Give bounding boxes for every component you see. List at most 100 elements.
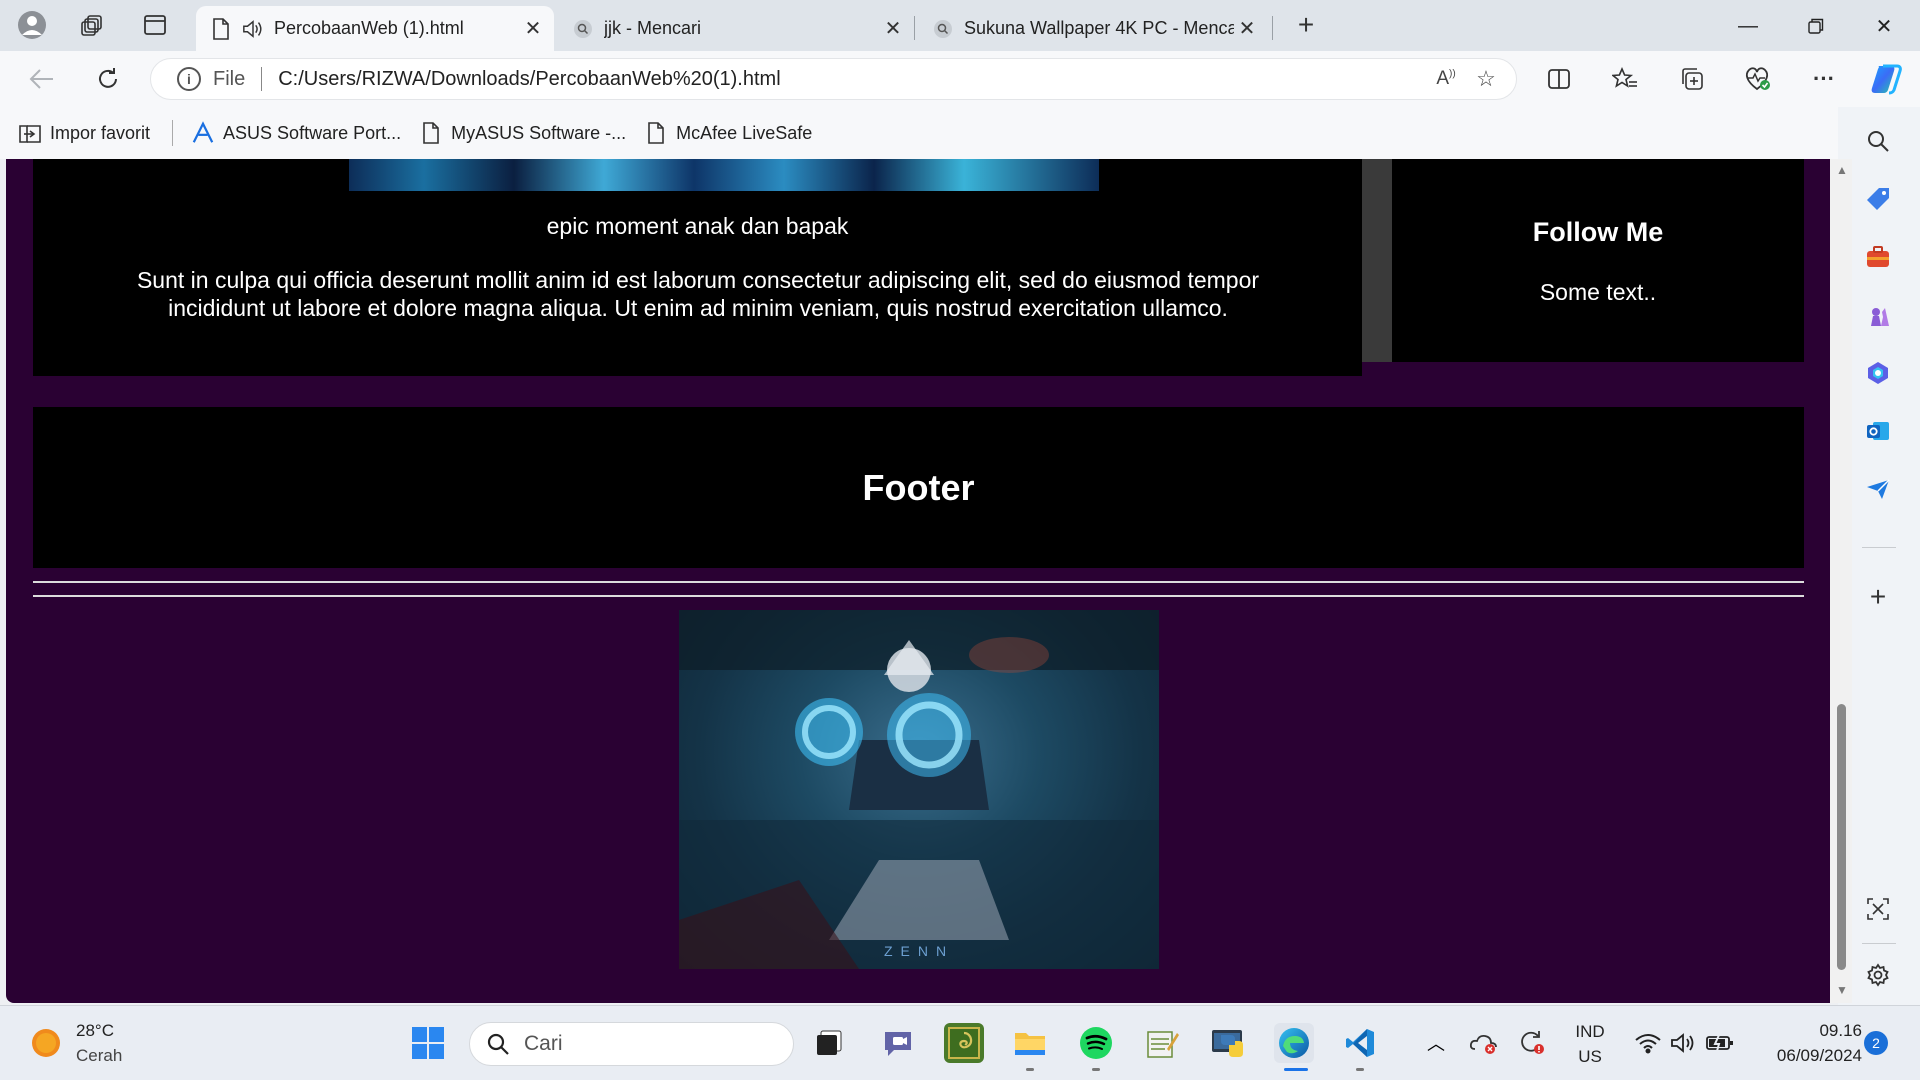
windows-taskbar: 28°C Cerah Cari ︿ IND US 09.16 06/09/202… — [0, 1005, 1920, 1080]
wifi-icon[interactable] — [1628, 1023, 1668, 1063]
teams-chat-icon[interactable] — [878, 1023, 918, 1063]
onedrive-error-icon[interactable] — [1464, 1023, 1504, 1063]
running-indicator — [1356, 1068, 1364, 1071]
favorites-item-import[interactable]: Impor favorit — [18, 115, 150, 151]
spotify-icon[interactable] — [1076, 1023, 1116, 1063]
tab-bar: PercobaanWeb (1).html ✕ jjk - Mencari ✕ … — [0, 0, 1920, 51]
shopping-tag-icon[interactable] — [1858, 179, 1898, 219]
favorites-bar: Impor favorit ASUS Software Port... MyAS… — [0, 107, 1920, 159]
header-artwork-image — [349, 159, 1099, 191]
page-footer: Footer — [33, 407, 1804, 568]
add-favorite-star-icon[interactable]: ☆ — [1466, 66, 1506, 92]
weather-temp[interactable]: 28°C — [76, 1021, 114, 1041]
search-icon — [486, 1032, 510, 1056]
column-gap — [1362, 159, 1392, 362]
page-icon — [644, 121, 668, 145]
favorites-item-mcafee[interactable]: McAfee LiveSafe — [644, 115, 812, 151]
tab-percobaanweb[interactable]: PercobaanWeb (1).html ✕ — [196, 6, 554, 51]
close-tab-icon[interactable]: ✕ — [520, 16, 546, 41]
search-tab-icon — [932, 18, 954, 40]
microsoft-365-icon[interactable] — [1858, 353, 1898, 393]
battery-charging-icon[interactable] — [1700, 1023, 1740, 1063]
active-indicator — [1284, 1068, 1308, 1071]
tab-divider — [1272, 16, 1273, 40]
speaker-icon[interactable] — [242, 18, 264, 40]
horizontal-rule — [33, 581, 1804, 583]
notepad-app-icon[interactable] — [1142, 1023, 1182, 1063]
collections-icon[interactable] — [1672, 61, 1712, 97]
favorites-icon[interactable] — [1605, 61, 1645, 97]
workspaces-icon[interactable] — [74, 8, 110, 42]
scroll-down-arrow-icon[interactable]: ▼ — [1835, 984, 1849, 996]
anime-action-image: ZENN — [679, 610, 1159, 969]
tab-jjk[interactable]: jjk - Mencari ✕ — [558, 6, 914, 51]
close-tab-icon[interactable]: ✕ — [880, 16, 906, 41]
task-view-icon[interactable] — [810, 1023, 850, 1063]
volume-icon[interactable] — [1664, 1023, 1704, 1063]
favorites-divider — [172, 120, 174, 146]
scheme-label: File — [213, 67, 246, 90]
weather-sun-icon[interactable] — [26, 1023, 66, 1063]
split-screen-icon[interactable] — [1539, 61, 1579, 97]
running-indicator — [1092, 1068, 1100, 1071]
search-placeholder: Cari — [524, 1032, 563, 1055]
site-info-icon[interactable]: i — [177, 67, 201, 91]
vscode-icon[interactable] — [1340, 1023, 1380, 1063]
settings-gear-icon[interactable] — [1858, 955, 1898, 995]
python-idle-icon[interactable] — [1208, 1023, 1248, 1063]
windows-start-icon[interactable] — [408, 1023, 448, 1063]
scrollbar-thumb[interactable] — [1837, 704, 1846, 970]
tools-briefcase-icon[interactable] — [1858, 237, 1898, 277]
sidebar-divider — [1862, 943, 1896, 944]
page-viewport[interactable]: epic moment anak dan bapak Sunt in culpa… — [6, 159, 1832, 1003]
more-options-icon[interactable]: ··· — [1804, 61, 1844, 97]
read-aloud-icon[interactable]: A)) — [1426, 68, 1466, 90]
page-icon — [419, 121, 443, 145]
close-tab-icon[interactable]: ✕ — [1234, 16, 1260, 41]
refresh-icon[interactable] — [88, 61, 128, 97]
clock-date[interactable]: 06/09/2024 — [1752, 1046, 1862, 1066]
vertical-tabs-icon[interactable] — [137, 8, 173, 42]
file-explorer-icon[interactable] — [1010, 1023, 1050, 1063]
scroll-up-arrow-icon[interactable]: ▲ — [1835, 164, 1849, 176]
keyboard-layout-indicator[interactable]: US — [1568, 1047, 1612, 1067]
games-chess-icon[interactable] — [1858, 295, 1898, 335]
copilot-icon[interactable] — [1866, 61, 1906, 97]
edge-browser-icon[interactable] — [1274, 1023, 1314, 1063]
favorite-label: ASUS Software Port... — [223, 122, 402, 143]
add-sidebar-app-icon[interactable]: + — [1858, 577, 1898, 617]
horizontal-rule — [33, 595, 1804, 597]
close-window-icon[interactable]: ✕ — [1854, 6, 1914, 46]
favorite-label: Impor favorit — [50, 122, 151, 143]
back-arrow-icon[interactable] — [22, 61, 62, 97]
favorites-item-myasus[interactable]: MyASUS Software -... — [419, 115, 626, 151]
running-indicator — [1026, 1068, 1034, 1071]
mossy-game-app-icon[interactable] — [944, 1023, 984, 1063]
search-tab-icon — [572, 18, 594, 40]
outlook-icon[interactable] — [1858, 411, 1898, 451]
address-bar[interactable]: i File C:/Users/RIZWA/Downloads/Percobaa… — [150, 58, 1517, 100]
taskbar-search-box[interactable]: Cari — [469, 1022, 794, 1066]
favorite-label: McAfee LiveSafe — [676, 122, 813, 143]
favorite-label: MyASUS Software -... — [451, 122, 627, 143]
minimize-icon[interactable]: — — [1718, 6, 1778, 46]
weather-condition[interactable]: Cerah — [76, 1046, 122, 1066]
browser-essentials-icon[interactable] — [1738, 61, 1778, 97]
send-drop-icon[interactable] — [1858, 469, 1898, 509]
tab-sukuna-wallpaper[interactable]: Sukuna Wallpaper 4K PC - Mencari ✕ — [918, 6, 1268, 51]
restore-icon[interactable] — [1786, 6, 1846, 46]
show-hidden-icons-chevron-icon[interactable]: ︿ — [1416, 1023, 1456, 1063]
clock-time[interactable]: 09.16 — [1752, 1021, 1862, 1041]
language-indicator[interactable]: IND — [1568, 1022, 1612, 1042]
tab-divider — [914, 16, 915, 40]
profile-avatar-icon[interactable] — [14, 8, 50, 42]
sync-error-icon[interactable] — [1512, 1023, 1552, 1063]
url-text[interactable]: C:/Users/RIZWA/Downloads/PercobaanWeb%20… — [278, 68, 1426, 91]
notification-badge[interactable]: 2 — [1864, 1031, 1888, 1055]
search-icon[interactable] — [1858, 121, 1898, 161]
favorites-item-asus-portal[interactable]: ASUS Software Port... — [191, 115, 401, 151]
screenshot-capture-icon[interactable] — [1858, 889, 1898, 929]
footer-title: Footer — [862, 466, 975, 508]
new-tab-icon[interactable]: + — [1288, 8, 1324, 42]
image-watermark: ZENN — [883, 943, 955, 959]
